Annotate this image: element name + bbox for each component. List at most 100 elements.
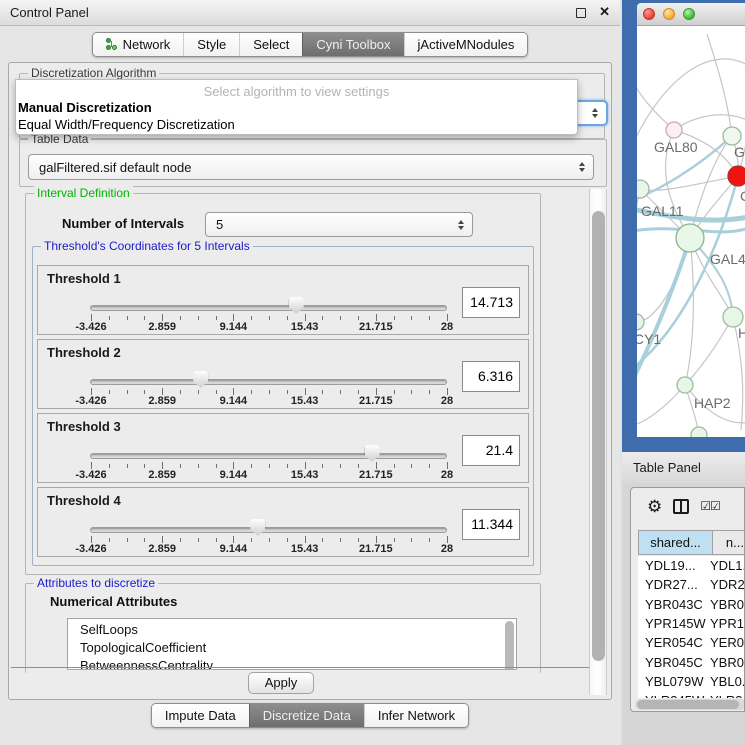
tick-label: 2.859: [148, 469, 176, 481]
threshold-label: Threshold 2: [47, 345, 121, 360]
tab-jactivemnodules[interactable]: jActiveMNodules: [404, 33, 528, 56]
network-node-c[interactable]: [728, 166, 745, 186]
attributes-list-scrollbar[interactable]: [505, 621, 514, 670]
close-icon[interactable]: ✕: [599, 4, 610, 20]
panel-vertical-scrollbar[interactable]: [589, 189, 607, 695]
slider-thumb[interactable]: [365, 445, 380, 462]
select-columns-icon[interactable]: ☑☑: [700, 499, 720, 513]
algorithm-dropdown-popup: Select algorithm to view settings Manual…: [15, 79, 578, 135]
cell-shared-name[interactable]: YPR145W: [638, 616, 710, 631]
network-node-gal80[interactable]: [666, 122, 682, 138]
float-window-icon[interactable]: [576, 8, 586, 18]
threshold-value-field[interactable]: 14.713: [462, 287, 520, 318]
network-node-gal4[interactable]: [676, 224, 704, 252]
algorithm-option-manual[interactable]: Manual Discretization: [16, 99, 577, 116]
cell-name[interactable]: YER0...: [710, 635, 745, 650]
tab-cyni-toolbox[interactable]: Cyni Toolbox: [302, 33, 403, 56]
table-row[interactable]: YLR345WYLR3...: [638, 691, 745, 698]
table-row[interactable]: YPR145WYPR1...: [638, 614, 745, 633]
tab-label: Discretize Data: [263, 708, 351, 723]
algorithm-option-equal-width[interactable]: Equal Width/Frequency Discretization: [16, 116, 577, 133]
cell-shared-name[interactable]: YER054C: [638, 635, 710, 650]
slider-thumb[interactable]: [193, 371, 208, 388]
network-node-h[interactable]: [723, 307, 743, 327]
column-header-shared-name[interactable]: shared...: [638, 531, 712, 554]
slider-thumb[interactable]: [289, 297, 304, 314]
thresholds-group: Threshold's Coordinates for 5 Intervals …: [32, 246, 534, 566]
column-header-name[interactable]: n...: [712, 531, 745, 554]
table-row[interactable]: YBR045CYBR0...: [638, 652, 745, 671]
cell-shared-name[interactable]: YBR043C: [638, 597, 710, 612]
scrollbar-thumb[interactable]: [592, 211, 605, 661]
network-window-titlebar: [637, 3, 745, 26]
table-horizontal-scrollbar[interactable]: [635, 699, 745, 710]
interval-definition-group-title: Interval Definition: [34, 186, 133, 200]
network-node-hap2[interactable]: [677, 377, 693, 393]
network-node-ga[interactable]: [723, 127, 741, 145]
number-of-intervals-value: 5: [216, 217, 223, 232]
table-data-combobox[interactable]: galFiltered.sif default node: [28, 154, 594, 180]
attribute-list-item[interactable]: SelfLoops: [80, 621, 516, 639]
slider-track[interactable]: [90, 453, 447, 459]
table-row[interactable]: YDR27...YDR2...: [638, 575, 745, 594]
close-traffic-light-icon[interactable]: [643, 8, 655, 20]
slider-track[interactable]: [90, 379, 447, 385]
tab-label: jActiveMNodules: [418, 37, 515, 52]
cell-shared-name[interactable]: YBR045C: [638, 655, 710, 670]
apply-button[interactable]: Apply: [248, 672, 314, 694]
control-panel-titlebar: Control Panel ✕: [0, 0, 620, 26]
table-row[interactable]: YDL19...YDL1...: [638, 556, 745, 575]
slider-track[interactable]: [90, 305, 447, 311]
number-of-intervals-combobox[interactable]: 5: [205, 212, 473, 237]
table-row[interactable]: YER054CYER0...: [638, 633, 745, 652]
table-row[interactable]: YBL079WYBL0...: [638, 672, 745, 691]
attribute-list-item[interactable]: BetweennessCentrality: [80, 657, 516, 670]
zoom-traffic-light-icon[interactable]: [683, 8, 695, 20]
combobox-stepper-icon: [592, 108, 598, 118]
minimize-traffic-light-icon[interactable]: [663, 8, 675, 20]
tick-label: 2.859: [148, 321, 176, 333]
tab-label: Cyni Toolbox: [316, 37, 390, 52]
scrollbar-thumb[interactable]: [637, 700, 739, 709]
threshold-value-field[interactable]: 6.316: [462, 361, 520, 392]
tab-select[interactable]: Select: [239, 33, 302, 56]
cyni-toolbox-panel: Discretization Algorithm Select algorith…: [8, 62, 612, 700]
cell-name[interactable]: YPR1...: [710, 616, 745, 631]
slider-scale-labels: -3.4262.8599.14415.4321.71528: [91, 395, 447, 407]
node-label: GAL11: [641, 203, 684, 219]
network-canvas[interactable]: GAL80GACGAL11GAL4GCY1HHAP2: [637, 26, 745, 437]
table-row[interactable]: YBR043CYBR0...: [638, 595, 745, 614]
cell-name[interactable]: YDR2...: [710, 577, 745, 592]
cell-name[interactable]: YDL1...: [710, 558, 745, 573]
tab-impute-data[interactable]: Impute Data: [152, 704, 249, 727]
viewport-divider: [11, 667, 603, 668]
threshold-panel-3: Threshold 3-3.4262.8599.14415.4321.71528…: [37, 413, 529, 483]
tick-label: 28: [441, 321, 453, 333]
cell-shared-name[interactable]: YLR345W: [638, 693, 710, 698]
table-rows[interactable]: YDL19...YDL1...YDR27...YDR2...YBR043CYBR…: [638, 556, 745, 698]
cell-name[interactable]: YBR0...: [710, 597, 745, 612]
network-node[interactable]: [691, 427, 707, 437]
cell-name[interactable]: YBR0...: [710, 655, 745, 670]
tab-network[interactable]: Network: [93, 33, 184, 56]
threshold-value-field[interactable]: 21.4: [462, 435, 520, 466]
cell-name[interactable]: YLR3...: [710, 693, 745, 698]
tab-infer-network[interactable]: Infer Network: [364, 704, 468, 727]
number-of-intervals-label: Number of Intervals: [62, 216, 184, 231]
tab-discretize-data[interactable]: Discretize Data: [249, 704, 364, 727]
tab-label: Impute Data: [165, 708, 236, 723]
tab-style[interactable]: Style: [183, 33, 239, 56]
slider-track[interactable]: [90, 527, 447, 533]
gear-icon[interactable]: ⚙: [647, 498, 662, 515]
cell-shared-name[interactable]: YDL19...: [638, 558, 710, 573]
attribute-list-item[interactable]: TopologicalCoefficient: [80, 639, 516, 657]
threshold-value-field[interactable]: 11.344: [462, 509, 520, 540]
cell-name[interactable]: YBL0...: [710, 674, 745, 689]
slider-thumb[interactable]: [250, 519, 265, 536]
network-node-gal11[interactable]: [637, 180, 649, 198]
numerical-attributes-list[interactable]: SelfLoopsTopologicalCoefficientBetweenne…: [67, 618, 517, 670]
cell-shared-name[interactable]: YDR27...: [638, 577, 710, 592]
network-node-gcy1[interactable]: [637, 314, 644, 330]
column-layout-icon[interactable]: [673, 499, 689, 514]
cell-shared-name[interactable]: YBL079W: [638, 674, 710, 689]
